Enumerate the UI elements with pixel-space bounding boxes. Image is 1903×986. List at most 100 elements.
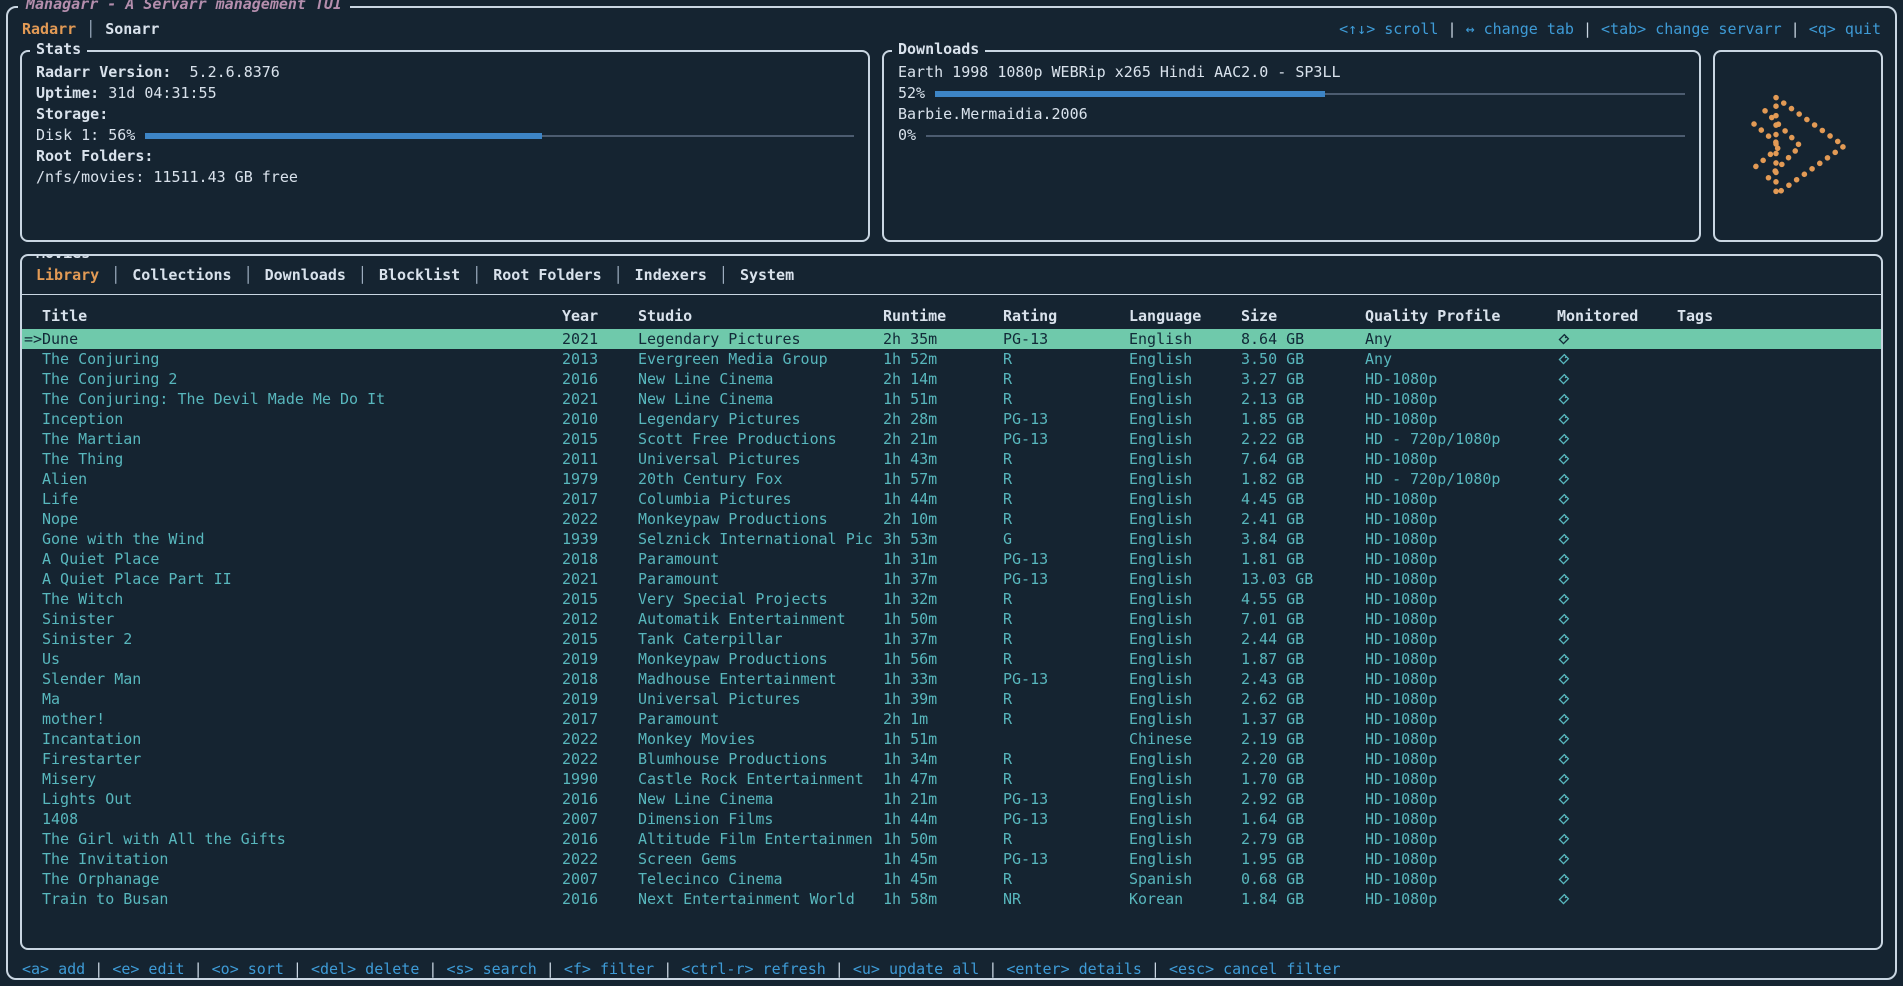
cell-studio: Universal Pictures — [638, 449, 883, 469]
table-row[interactable]: mother!2017Paramount2h 1mREnglish1.37 GB… — [22, 709, 1881, 729]
tab-collections[interactable]: Collections — [120, 264, 243, 286]
table-row[interactable]: Misery1990Castle Rock Entertainment1h 47… — [22, 769, 1881, 789]
monitored-icon — [1557, 729, 1677, 749]
cell-year: 2015 — [562, 629, 638, 649]
table-row[interactable]: 14082007Dimension Films1h 44mPG-13Englis… — [22, 809, 1881, 829]
cell-rating: R — [1003, 749, 1129, 769]
table-row[interactable]: Inception2010Legendary Pictures2h 28mPG-… — [22, 409, 1881, 429]
cell-rating: R — [1003, 369, 1129, 389]
column-header-studio: Studio — [638, 305, 883, 327]
help-separator: | — [979, 960, 1006, 978]
cell-studio: Automatik Entertainment — [638, 609, 883, 629]
table-row[interactable]: Firestarter2022Blumhouse Productions1h 3… — [22, 749, 1881, 769]
table-row[interactable]: Incantation2022Monkey Movies1h 51mChines… — [22, 729, 1881, 749]
cell-studio: Telecinco Cinema — [638, 869, 883, 889]
managarr-tui: { "app": { "title": "Managarr - A Servar… — [0, 0, 1903, 986]
cell-rating: G — [1003, 529, 1129, 549]
table-row[interactable]: Life2017Columbia Pictures1h 44mREnglish4… — [22, 489, 1881, 509]
table-row[interactable]: The Conjuring: The Devil Made Me Do It20… — [22, 389, 1881, 409]
cell-language: English — [1129, 429, 1241, 449]
disk-usage: Disk 1: 56% — [36, 125, 854, 146]
cell-rating: NR — [1003, 889, 1129, 909]
cell-quality: HD-1080p — [1365, 689, 1557, 709]
table-row[interactable]: Gone with the Wind1939Selznick Internati… — [22, 529, 1881, 549]
table-row[interactable]: Sinister 22015Tank Caterpillar1h 37mREng… — [22, 629, 1881, 649]
table-row[interactable]: The Girl with All the Gifts2016Altitude … — [22, 829, 1881, 849]
servarr-tab-radarr[interactable]: Radarr — [22, 20, 76, 38]
cell-size: 1.84 GB — [1241, 889, 1365, 909]
tab-downloads[interactable]: Downloads — [253, 264, 358, 286]
cell-studio: Selznick International Pic — [638, 529, 883, 549]
cell-studio: Universal Pictures — [638, 689, 883, 709]
servarr-tab-sonarr[interactable]: Sonarr — [105, 20, 159, 38]
cell-rating: R — [1003, 589, 1129, 609]
cell-size: 2.22 GB — [1241, 429, 1365, 449]
table-row[interactable]: The Martian2015Scott Free Productions2h … — [22, 429, 1881, 449]
cell-year: 2021 — [562, 389, 638, 409]
table-row[interactable]: The Witch2015Very Special Projects1h 32m… — [22, 589, 1881, 609]
cell-quality: HD-1080p — [1365, 609, 1557, 629]
table-row[interactable]: A Quiet Place Part II2021Paramount1h 37m… — [22, 569, 1881, 589]
tab-separator: │ — [358, 264, 367, 286]
table-row[interactable]: Alien197920th Century Fox1h 57mREnglish1… — [22, 469, 1881, 489]
cell-runtime: 1h 43m — [883, 449, 1003, 469]
tab-separator: │ — [614, 264, 623, 286]
cell-quality: HD-1080p — [1365, 649, 1557, 669]
table-row[interactable]: The Invitation2022Screen Gems1h 45mPG-13… — [22, 849, 1881, 869]
cell-title: The Orphanage — [22, 869, 562, 889]
stats-panel: Stats Radarr Version: 5.2.6.8376 Uptime:… — [20, 50, 870, 242]
app-title: Managarr - A Servarr management TUI — [18, 0, 350, 13]
cell-rating: PG-13 — [1003, 569, 1129, 589]
table-row[interactable]: Slender Man2018Madhouse Entertainment1h … — [22, 669, 1881, 689]
table-row[interactable]: The Conjuring 22016New Line Cinema2h 14m… — [22, 369, 1881, 389]
table-row[interactable]: The Thing2011Universal Pictures1h 43mREn… — [22, 449, 1881, 469]
cell-size: 2.13 GB — [1241, 389, 1365, 409]
cell-title: Train to Busan — [22, 889, 562, 909]
cell-tags — [1677, 349, 1881, 369]
table-row[interactable]: Ma2019Universal Pictures1h 39mREnglish2.… — [22, 689, 1881, 709]
help-separator: | — [1782, 20, 1809, 38]
table-row[interactable]: Train to Busan2016Next Entertainment Wor… — [22, 889, 1881, 909]
cell-runtime: 1h 44m — [883, 809, 1003, 829]
cell-year: 1990 — [562, 769, 638, 789]
cell-title: A Quiet Place — [22, 549, 562, 569]
cell-tags — [1677, 329, 1881, 349]
cell-size: 1.81 GB — [1241, 549, 1365, 569]
cell-year: 2022 — [562, 509, 638, 529]
table-row[interactable]: The Conjuring2013Evergreen Media Group1h… — [22, 349, 1881, 369]
cell-year: 1979 — [562, 469, 638, 489]
cell-year: 2016 — [562, 369, 638, 389]
cell-quality: HD-1080p — [1365, 509, 1557, 529]
table-row[interactable]: Sinister2012Automatik Entertainment1h 50… — [22, 609, 1881, 629]
downloads-panel: Downloads Earth 1998 1080p WEBRip x265 H… — [882, 50, 1701, 242]
cell-tags — [1677, 369, 1881, 389]
cell-language: English — [1129, 709, 1241, 729]
help-item: <a> add — [22, 960, 85, 978]
cell-tags — [1677, 629, 1881, 649]
cell-quality: HD-1080p — [1365, 729, 1557, 749]
cell-tags — [1677, 669, 1881, 689]
cell-year: 2012 — [562, 609, 638, 629]
cell-studio: New Line Cinema — [638, 369, 883, 389]
tab-root-folders[interactable]: Root Folders — [481, 264, 613, 286]
tab-library[interactable]: Library — [24, 264, 111, 286]
table-row[interactable]: A Quiet Place2018Paramount1h 31mPG-13Eng… — [22, 549, 1881, 569]
table-row[interactable]: Us2019Monkeypaw Productions1h 56mREnglis… — [22, 649, 1881, 669]
cell-rating — [1003, 729, 1129, 749]
cell-rating: PG-13 — [1003, 669, 1129, 689]
tab-blocklist[interactable]: Blocklist — [367, 264, 472, 286]
cell-title: The Invitation — [22, 849, 562, 869]
cell-quality: HD-1080p — [1365, 669, 1557, 689]
cell-tags — [1677, 829, 1881, 849]
cell-language: English — [1129, 689, 1241, 709]
table-row[interactable]: Nope2022Monkeypaw Productions2h 10mREngl… — [22, 509, 1881, 529]
tab-system[interactable]: System — [728, 264, 806, 286]
cell-runtime: 2h 35m — [883, 329, 1003, 349]
table-row[interactable]: Lights Out2016New Line Cinema1h 21mPG-13… — [22, 789, 1881, 809]
tab-indexers[interactable]: Indexers — [623, 264, 719, 286]
table-row[interactable]: =>Dune2021Legendary Pictures2h 35mPG-13E… — [22, 329, 1881, 349]
cell-language: English — [1129, 649, 1241, 669]
cell-size: 0.68 GB — [1241, 869, 1365, 889]
table-row[interactable]: The Orphanage2007Telecinco Cinema1h 45mR… — [22, 869, 1881, 889]
top-panels-row: Stats Radarr Version: 5.2.6.8376 Uptime:… — [8, 38, 1895, 242]
